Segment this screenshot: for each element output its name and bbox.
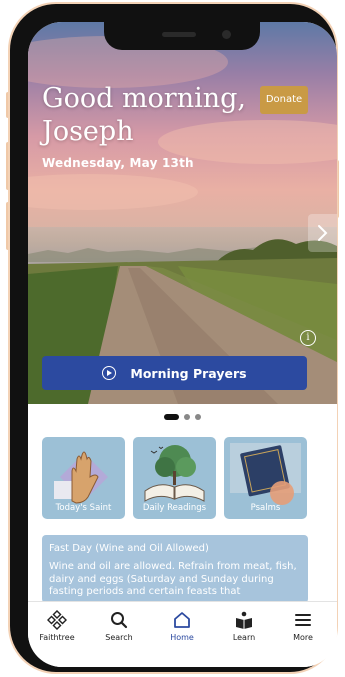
bottom-tab-bar: Faithtree Search Home Learn More [28,601,337,667]
menu-icon [295,614,311,626]
greeting-line: Good morning, [42,83,246,114]
play-icon [102,366,117,380]
carousel-pagination [28,414,337,420]
chevron-right-icon [318,225,328,241]
morning-prayers-label: Morning Prayers [130,365,247,381]
tab-label: More [293,633,313,642]
fast-day-card[interactable]: Fast Day (Wine and Oil Allowed) Wine and… [42,535,308,603]
tab-search[interactable]: Search [94,610,144,642]
search-icon [111,612,128,629]
learn-icon [236,611,252,629]
fast-day-title: Fast Day (Wine and Oil Allowed) [49,543,209,554]
tab-label: Search [105,633,133,642]
donate-button[interactable]: Donate [260,86,308,114]
tab-more[interactable]: More [278,610,328,642]
info-icon[interactable]: i [300,330,316,346]
tab-faithtree[interactable]: Faithtree [32,610,82,642]
page-dot[interactable] [195,414,201,420]
tab-label: Faithtree [39,633,75,642]
card-label: Today's Saint [55,503,112,513]
fast-day-description: Wine and oil are allowed. Refrain from m… [49,561,297,597]
tab-label: Home [170,633,194,642]
morning-prayers-button[interactable]: Morning Prayers [42,356,307,390]
user-name: Joseph [42,116,134,147]
phone-frame: Good morning, Joseph Wednesday, May 13th… [10,4,337,672]
home-icon [174,612,190,628]
front-camera [222,30,231,39]
card-label: Psalms [250,503,281,513]
card-label: Daily Readings [142,503,207,513]
tab-label: Learn [232,633,256,642]
daily-readings-card[interactable]: Daily Readings [133,437,216,519]
hero-banner: Good morning, Joseph Wednesday, May 13th… [28,22,337,404]
current-date: Wednesday, May 13th [42,156,194,170]
faithtree-icon [47,610,67,630]
speaker-grille [162,32,196,37]
page-dot[interactable] [164,414,179,420]
tab-learn[interactable]: Learn [219,610,269,642]
app-screen: Good morning, Joseph Wednesday, May 13th… [28,22,337,667]
tab-home[interactable]: Home [157,610,207,642]
psalms-card[interactable]: Psalms [224,437,307,519]
greeting-heading: Good morning, Joseph [42,82,246,148]
hero-landscape-image [28,36,337,404]
carousel-next-button[interactable] [308,214,337,252]
todays-saint-card[interactable]: Today's Saint [42,437,125,519]
phone-notch [104,22,260,50]
page-dot[interactable] [184,414,190,420]
